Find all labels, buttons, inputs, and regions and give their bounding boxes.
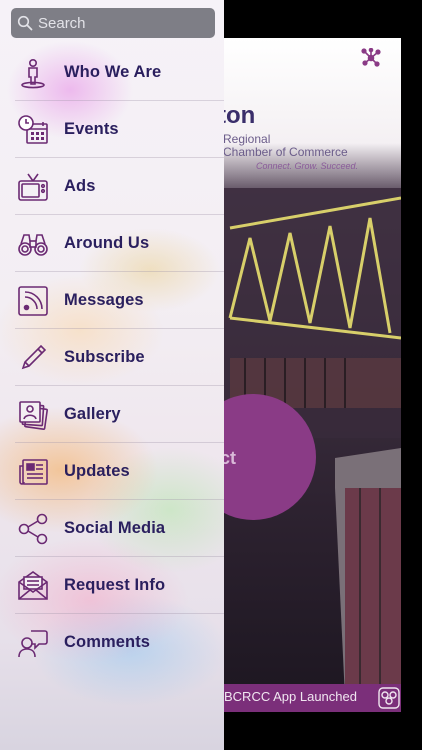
search-icon (17, 15, 33, 31)
menu-label: Subscribe (64, 348, 145, 366)
menu-item-gallery[interactable]: Gallery (0, 386, 224, 443)
banner-text: BCRCC App Launched (224, 689, 357, 704)
menu-label: Comments (64, 633, 151, 651)
envelope-icon (16, 569, 50, 603)
menu-label: Messages (64, 291, 144, 309)
menu-label: Who We Are (64, 63, 162, 81)
chat-person-icon (16, 626, 50, 660)
menu-item-ads[interactable]: Ads (0, 158, 224, 215)
menu-label: Social Media (64, 519, 166, 537)
menu-label: Around Us (64, 234, 150, 252)
rss-icon (16, 284, 50, 318)
search-input[interactable]: Search (11, 8, 215, 38)
newspaper-icon (16, 455, 50, 489)
menu-label: Ads (64, 177, 96, 195)
share-icon (16, 512, 50, 546)
person-icon (16, 56, 50, 90)
menu-list: Who We Are Events Ads Around Us Messages… (0, 44, 224, 671)
people-group-icon[interactable] (378, 687, 400, 709)
menu-item-updates[interactable]: Updates (0, 443, 224, 500)
menu-item-comments[interactable]: Comments (0, 614, 224, 671)
menu-item-social-media[interactable]: Social Media (0, 500, 224, 557)
menu-label: Events (64, 120, 119, 138)
menu-item-messages[interactable]: Messages (0, 272, 224, 329)
pencil-icon (16, 341, 50, 375)
brand-tagline: Connect. Grow. Succeed. (256, 161, 359, 171)
menu-label: Request Info (64, 576, 166, 594)
tv-icon (16, 170, 50, 204)
calendar-clock-icon (16, 113, 50, 147)
binoculars-icon (16, 227, 50, 261)
side-drawer: Search Who We Are Events Ads Around Us M… (0, 0, 224, 750)
menu-item-events[interactable]: Events (0, 101, 224, 158)
menu-item-around-us[interactable]: Around Us (0, 215, 224, 272)
pier-image (335, 448, 401, 698)
menu-item-subscribe[interactable]: Subscribe (0, 329, 224, 386)
menu-label: Updates (64, 462, 130, 480)
menu-label: Gallery (64, 405, 121, 423)
network-icon[interactable] (361, 48, 381, 68)
search-placeholder: Search (38, 14, 86, 32)
menu-item-request-info[interactable]: Request Info (0, 557, 224, 614)
photos-icon (16, 398, 50, 432)
brand-subtitle-1: Regional (223, 132, 271, 146)
menu-item-who-we-are[interactable]: Who We Are (0, 44, 224, 101)
brand-subtitle-2: Chamber of Commerce (223, 145, 348, 159)
